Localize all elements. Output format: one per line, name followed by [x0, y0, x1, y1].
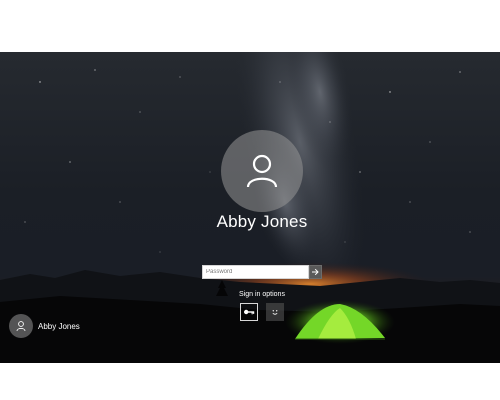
other-user-tile[interactable]: Abby Jones — [9, 314, 80, 338]
user-avatar-small — [9, 314, 33, 338]
face-icon — [272, 310, 278, 315]
user-name: Abby Jones — [216, 212, 308, 231]
submit-button[interactable] — [308, 265, 322, 279]
face-sign-in-option[interactable] — [266, 303, 284, 321]
lock-screen: Abby Jones Sign in options Abby Jones — [0, 52, 500, 363]
password-row — [202, 265, 322, 279]
user-icon — [246, 154, 278, 188]
password-input[interactable] — [202, 265, 309, 279]
key-icon — [244, 309, 255, 315]
sign-in-options-label: Sign in options — [239, 291, 285, 298]
user-avatar — [221, 130, 303, 212]
arrow-right-icon — [312, 268, 320, 276]
other-user-name: Abby Jones — [38, 321, 80, 331]
user-icon — [16, 321, 26, 332]
screen: Abby Jones Sign in options Abby Jones — [0, 0, 500, 400]
password-sign-in-option[interactable] — [240, 303, 258, 321]
